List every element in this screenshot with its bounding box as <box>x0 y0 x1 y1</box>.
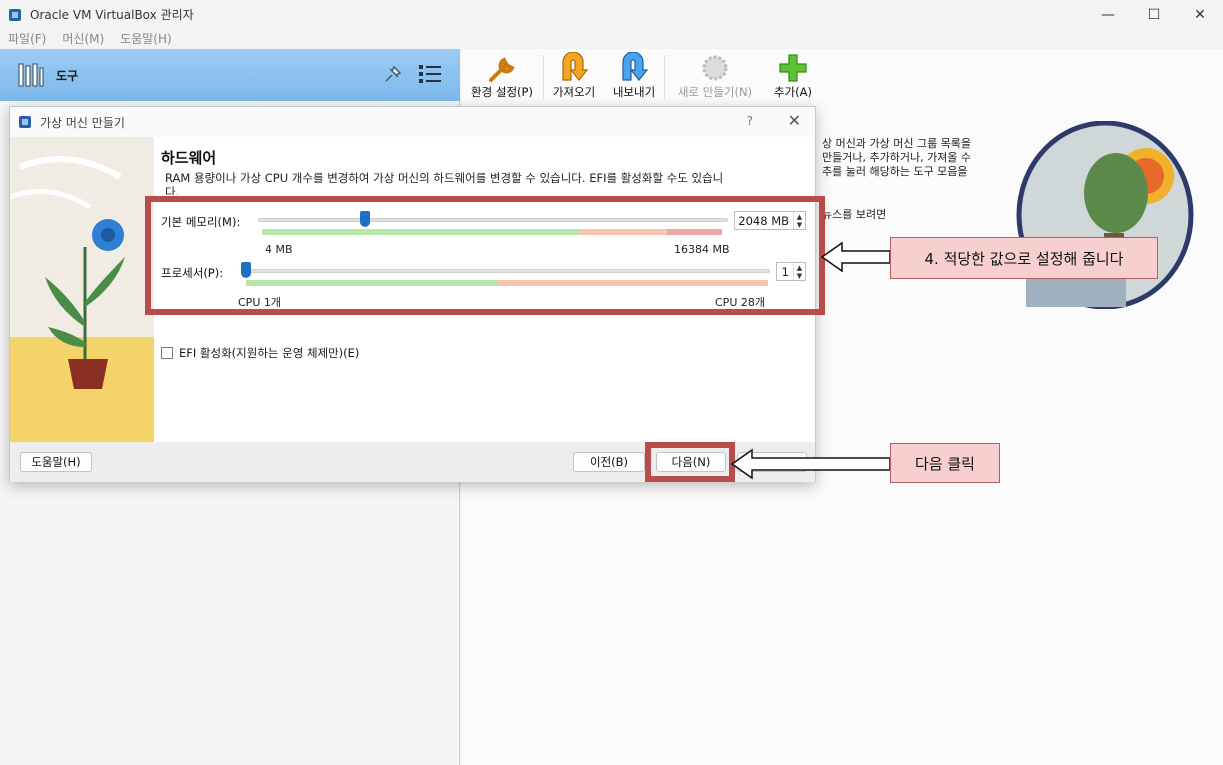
page-description: RAM 용량이나 가상 CPU 개수를 변경하여 가상 머신의 하드웨어를 변경… <box>165 171 724 195</box>
wrench-icon <box>489 57 515 82</box>
close-button[interactable]: ✕ <box>1177 0 1223 29</box>
menu-bar: 파일(F) 머신(M) 도움말(H) <box>0 29 1223 49</box>
tools-icon <box>18 63 44 87</box>
dialog-title-bar: 가상 머신 만들기 ? ✕ <box>10 107 815 137</box>
window-title: Oracle VM VirtualBox 관리자 <box>30 8 194 22</box>
plant-illustration <box>10 137 154 442</box>
menu-help[interactable]: 도움말(H) <box>120 29 172 49</box>
add-vm-button[interactable]: 추가(A) <box>765 49 821 103</box>
virtualbox-logo-icon <box>19 116 31 128</box>
add-vm-label: 추가(A) <box>774 85 812 99</box>
step4-callout: 4. 적당한 값으로 설정해 줍니다 <box>890 237 1158 279</box>
new-vm-button[interactable]: 새로 만들기(N) <box>665 49 765 103</box>
menu-machine[interactable]: 머신(M) <box>62 29 104 49</box>
preferences-button[interactable]: 환경 설정(P) <box>461 49 543 103</box>
back-button[interactable]: 이전(B) <box>573 452 645 472</box>
new-gear-icon <box>702 55 728 81</box>
welcome-line: 상 머신과 가상 머신 그룹 목록을 <box>822 137 972 150</box>
settings-highlight-box <box>145 196 825 315</box>
export-button[interactable]: 내보내기 <box>604 49 664 103</box>
list-menu-icon[interactable] <box>418 63 442 85</box>
click-next-callout: 다음 클릭 <box>890 443 1000 483</box>
welcome-line: 추를 눌러 해당하는 도구 모음을 <box>822 165 968 178</box>
dialog-close-button[interactable]: ✕ <box>788 111 801 130</box>
callout-arrow-icon <box>730 448 891 480</box>
page-heading: 하드웨어 <box>161 149 217 167</box>
pin-icon[interactable] <box>382 63 404 85</box>
import-label: 가져오기 <box>552 85 596 99</box>
efi-checkbox[interactable] <box>161 347 173 359</box>
main-toolbar: 환경 설정(P) 가져오기 내보내기 새로 만들기(N) 추가(A) <box>461 49 1223 107</box>
welcome-news-text: 뉴스를 보려면 <box>822 208 887 221</box>
title-bar: Oracle VM VirtualBox 관리자 — ☐ ✕ <box>0 0 1223 29</box>
menu-file[interactable]: 파일(F) <box>8 29 46 49</box>
efi-label: EFI 활성화(지원하는 운영 체제만)(E) <box>179 346 360 360</box>
callout-arrow-icon <box>820 241 891 273</box>
import-arrow-icon <box>562 52 589 81</box>
efi-option[interactable]: EFI 활성화(지원하는 운영 체제만)(E) <box>161 345 359 361</box>
maximize-button[interactable]: ☐ <box>1131 0 1177 29</box>
preferences-label: 환경 설정(P) <box>471 85 533 99</box>
import-button[interactable]: 가져오기 <box>544 49 604 103</box>
welcome-line: 만들거나, 추가하거나, 가져올 수 <box>822 151 972 164</box>
next-highlight-box <box>645 442 735 482</box>
export-label: 내보내기 <box>612 85 656 99</box>
plus-icon <box>779 54 807 82</box>
export-arrow-icon <box>622 52 649 81</box>
tools-item[interactable]: 도구 <box>0 49 460 101</box>
virtualbox-logo-icon <box>9 8 21 21</box>
tools-label: 도구 <box>56 68 79 83</box>
minimize-button[interactable]: — <box>1085 0 1131 29</box>
dialog-help-button[interactable]: ? <box>747 114 753 128</box>
dialog-title: 가상 머신 만들기 <box>40 115 125 130</box>
new-vm-label: 새로 만들기(N) <box>677 85 753 99</box>
help-button[interactable]: 도움말(H) <box>20 452 92 472</box>
balloon-illustration <box>1016 121 1194 309</box>
welcome-text: 상 머신과 가상 머신 그룹 목록을 만들거나, 추가하거나, 가져올 수 추를… <box>822 137 1022 179</box>
